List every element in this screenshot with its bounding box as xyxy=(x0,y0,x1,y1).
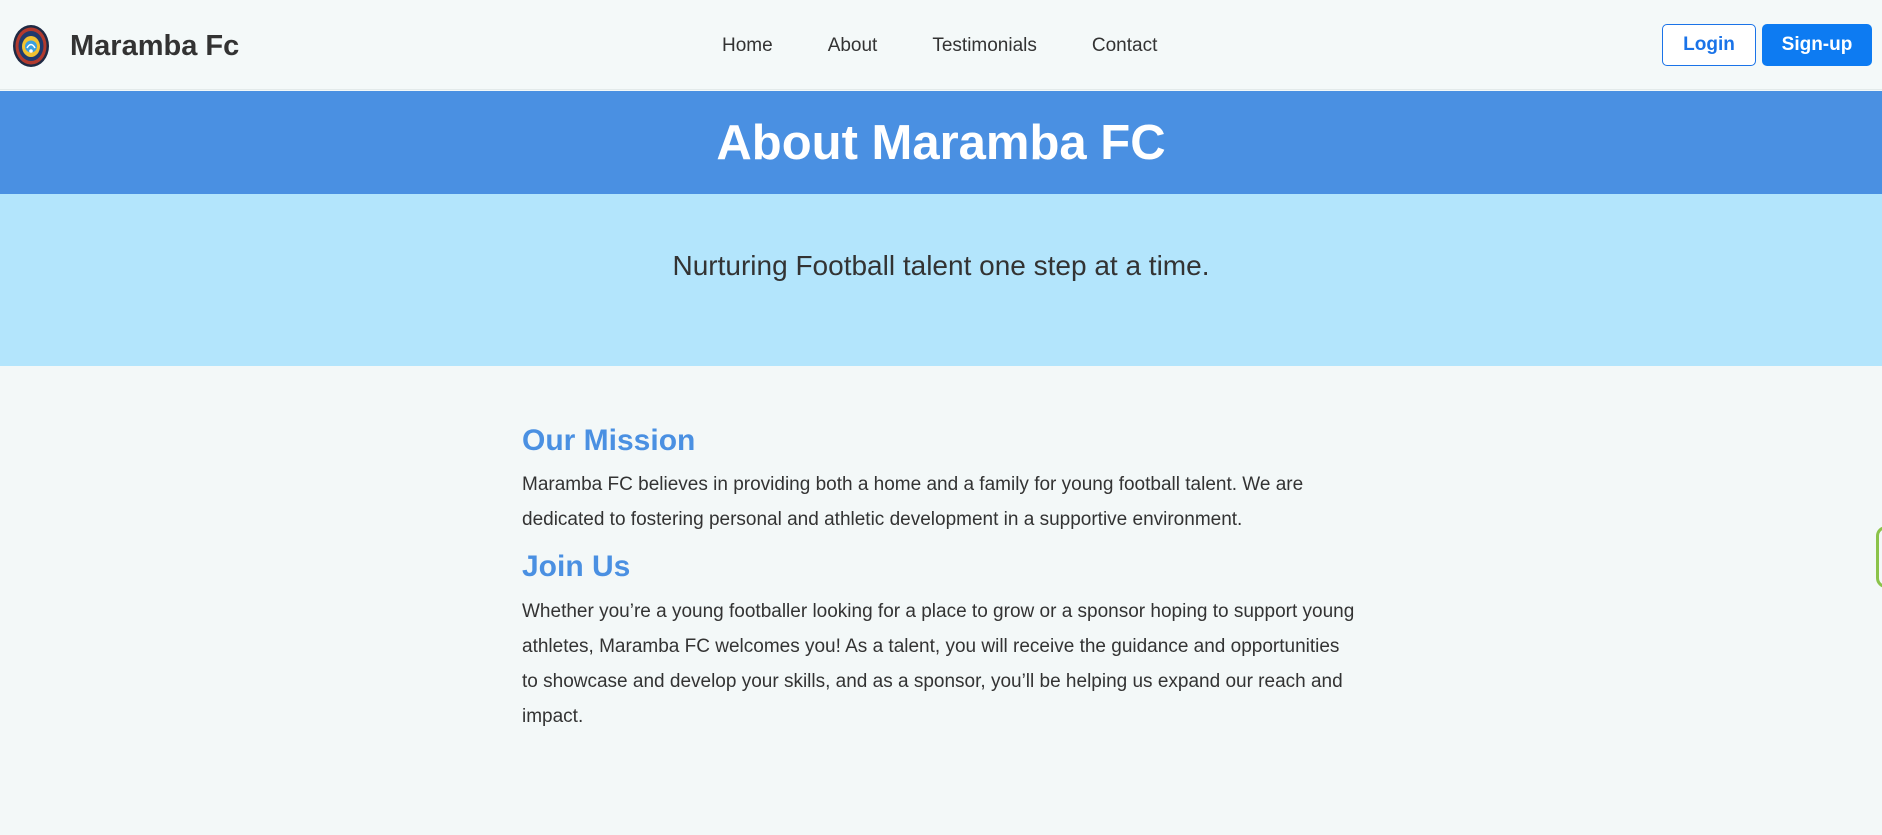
nav-link-home[interactable]: Home xyxy=(722,35,773,57)
main-nav: Home About Testimonials Contact xyxy=(722,33,1157,59)
brand-name: Maramba Fc xyxy=(70,29,240,62)
auth-buttons: Login Sign-up xyxy=(1662,24,1872,66)
nav-link-testimonials[interactable]: Testimonials xyxy=(932,35,1037,57)
title-banner: About Maramba FC xyxy=(0,91,1882,194)
site-header: Maramba Fc Home About Testimonials Conta… xyxy=(0,0,1882,90)
mission-text: Maramba FC believes in providing both a … xyxy=(522,474,1304,530)
join-heading: Join Us xyxy=(522,550,631,583)
nav-link-about[interactable]: About xyxy=(828,35,878,57)
side-feedback-tab[interactable] xyxy=(1876,526,1882,588)
mission-heading: Our Mission xyxy=(522,424,696,457)
signup-button[interactable]: Sign-up xyxy=(1762,24,1872,66)
brand[interactable]: Maramba Fc xyxy=(12,24,239,68)
nav-link-contact[interactable]: Contact xyxy=(1092,35,1157,57)
login-button[interactable]: Login xyxy=(1662,24,1756,66)
join-text: Whether you’re a young footballer lookin… xyxy=(522,601,1355,727)
tagline: Nurturing Football talent one step at a … xyxy=(672,250,1210,281)
about-content: Our Mission Maramba FC believes in provi… xyxy=(522,420,1360,734)
club-crest-logo-icon xyxy=(13,25,49,67)
page-title: About Maramba FC xyxy=(716,115,1166,170)
